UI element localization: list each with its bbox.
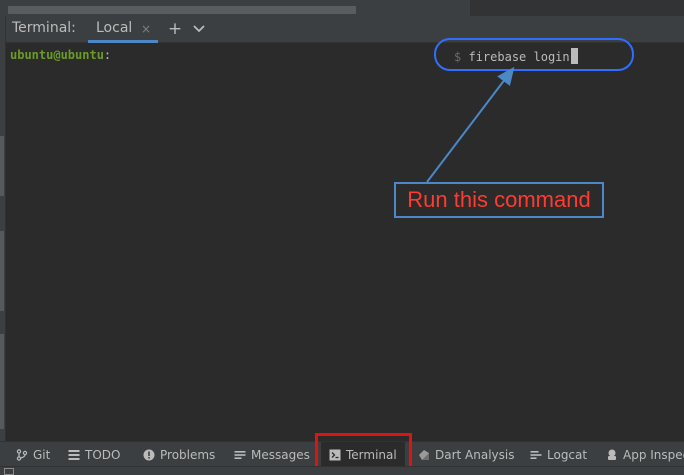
tab-label: Local [96, 20, 133, 36]
logcat-icon [530, 450, 542, 459]
tool-label: Messages [251, 447, 310, 462]
add-tab-button[interactable]: + [166, 18, 184, 40]
tool-label: Git [33, 447, 51, 462]
terminal-output[interactable]: ubuntu@ubuntu: $ firebase login [6, 44, 684, 441]
tool-messages[interactable]: Messages [234, 442, 310, 467]
terminal-icon [329, 449, 341, 460]
list-icon [68, 449, 80, 460]
tool-label: TODO [85, 447, 121, 462]
app-inspector-icon [608, 449, 616, 460]
status-bar [0, 466, 684, 475]
tool-todo[interactable]: TODO [68, 442, 120, 467]
prompt-separator: : [103, 48, 112, 62]
tool-app-inspection[interactable]: App Inspec [606, 442, 684, 467]
left-stripe-button[interactable] [0, 334, 4, 429]
prompt-user: ubuntu@ubuntu [10, 48, 104, 62]
tool-label: Logcat [547, 447, 588, 462]
tool-label: Terminal [346, 447, 397, 462]
ide-window: Terminal: Local × + ubuntu@ubuntu: $ fir… [0, 0, 684, 475]
list-icon [234, 450, 246, 459]
dart-icon [419, 449, 429, 460]
branch-icon [16, 448, 28, 461]
bottom-tool-window-bar: Git TODO Problems Messages Terminal Dart… [0, 441, 684, 467]
left-stripe-button[interactable] [0, 231, 4, 311]
close-icon[interactable]: × [141, 22, 151, 36]
horizontal-scrollbar[interactable] [8, 6, 356, 14]
annotation-text: Run this command [407, 187, 591, 212]
command-highlight-outline [434, 38, 634, 71]
editor-scroll-strip [0, 0, 684, 16]
tool-label: Dart Analysis [435, 447, 515, 462]
tool-window-title: Terminal: [12, 20, 76, 36]
tool-dart-analysis[interactable]: Dart Analysis [418, 442, 515, 467]
tool-logcat[interactable]: Logcat [530, 442, 587, 467]
annotation-callout: Run this command [394, 182, 604, 218]
terminal-prompt: ubuntu@ubuntu: [10, 48, 111, 62]
tool-label: Problems [160, 447, 216, 462]
info-icon [143, 449, 155, 460]
tool-terminal[interactable]: Terminal [321, 442, 405, 467]
tool-label: App Inspec [623, 447, 684, 462]
tool-problems[interactable]: Problems [143, 442, 215, 467]
tab-local[interactable]: Local × [88, 16, 158, 43]
tool-windows-toggle-icon[interactable] [4, 468, 14, 475]
left-stripe-button[interactable] [0, 136, 4, 196]
chevron-down-icon[interactable] [190, 18, 208, 40]
editor-right-panel [470, 0, 684, 16]
tool-git[interactable]: Git [16, 442, 50, 467]
